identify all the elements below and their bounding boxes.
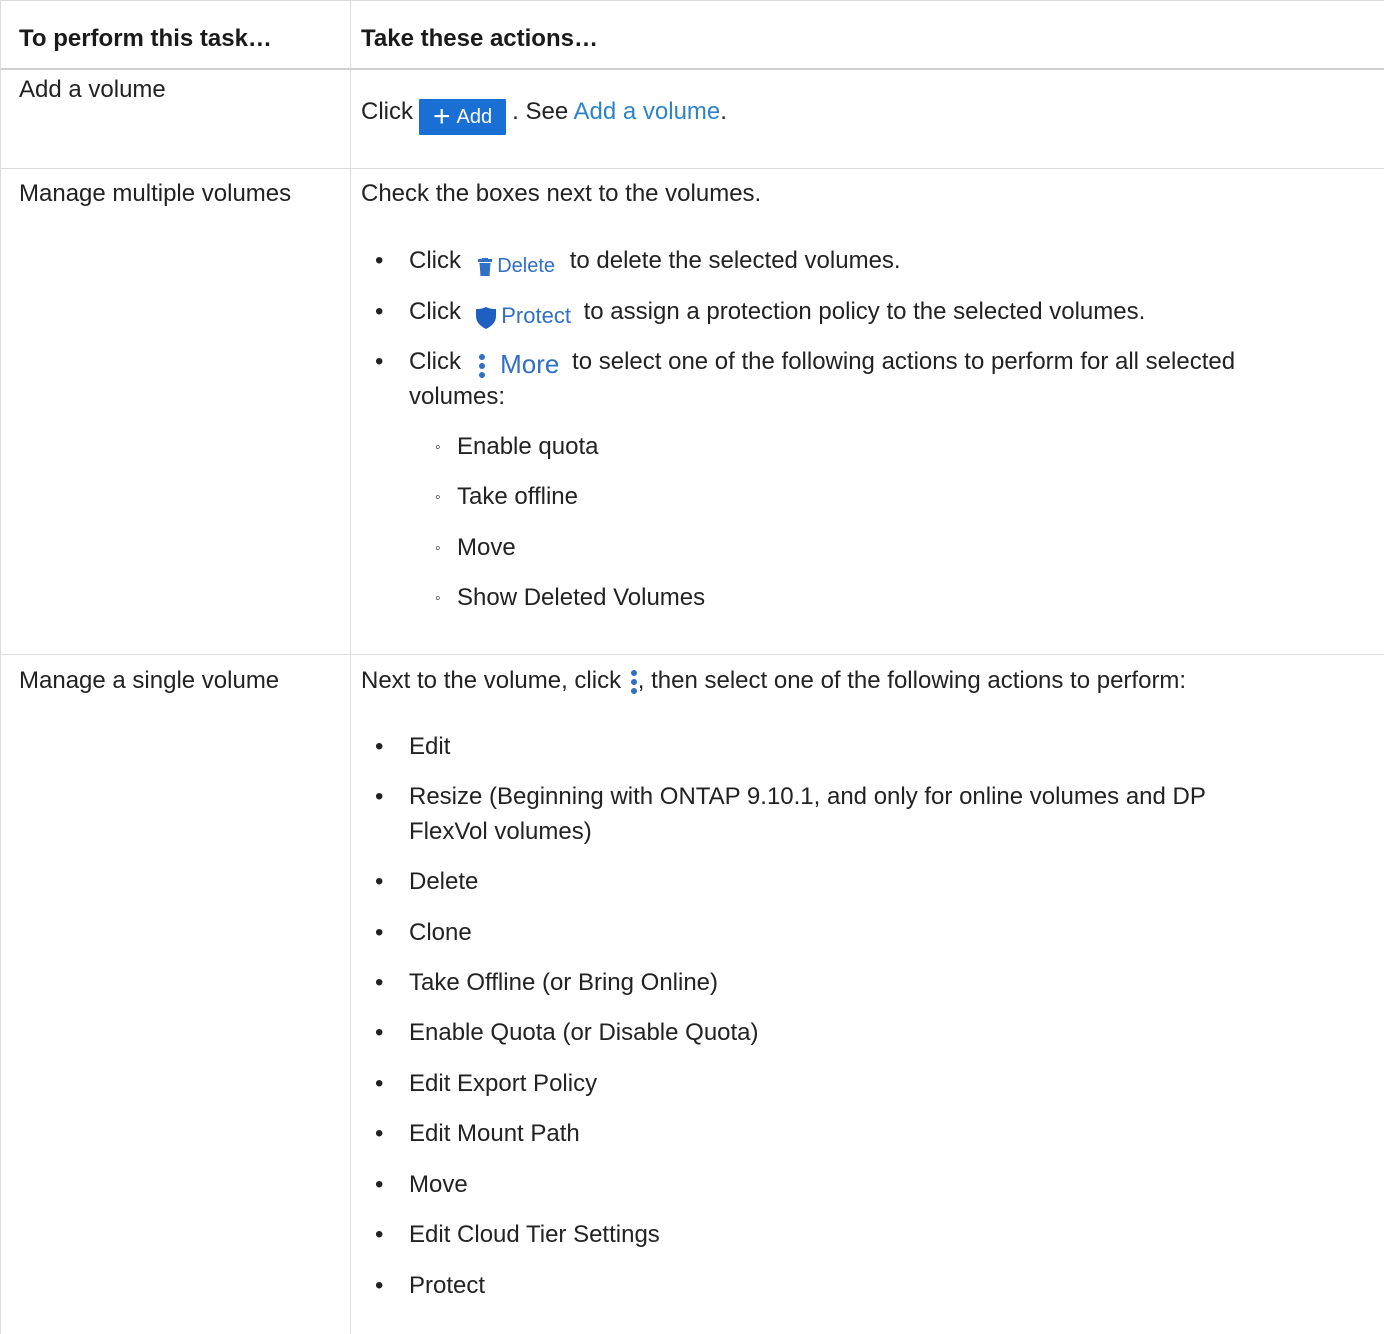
header-task: To perform this task… bbox=[19, 25, 272, 52]
add-volume-link[interactable]: Add a volume bbox=[574, 98, 721, 125]
add-volume-actions: Click + Add. See Add a volume. bbox=[361, 97, 727, 141]
single-intro-text: Next to the volume, click bbox=[361, 667, 622, 694]
more-button-label: More bbox=[500, 349, 560, 379]
protect-action: Protect bbox=[475, 301, 571, 332]
column-divider bbox=[350, 1, 351, 1334]
list-item: • Resize (Beginning with ONTAP 9.10.1, an… bbox=[375, 783, 1206, 810]
task-manage-single: Manage a single volume bbox=[19, 667, 280, 694]
more-description-wrap: volumes: bbox=[409, 383, 506, 410]
shield-icon bbox=[475, 306, 496, 329]
delete-action: Delete bbox=[477, 251, 556, 281]
actions-table: To perform this task… Take these actions… bbox=[0, 0, 1384, 1334]
list-item: • Enable Quota (or Disable Quota) bbox=[375, 1019, 759, 1046]
see-text: . See bbox=[512, 98, 569, 125]
multi-intro: Check the boxes next to the volumes. bbox=[361, 180, 762, 207]
list-item: • Edit bbox=[375, 733, 451, 760]
vertical-dots-icon bbox=[478, 354, 485, 379]
more-action: More bbox=[478, 349, 560, 379]
list-item: • Edit Mount Path bbox=[375, 1120, 580, 1147]
task-add-volume: Add a volume bbox=[19, 76, 166, 103]
single-intro: Next to the volume, click , then select … bbox=[361, 666, 1186, 696]
header-actions: Take these actions… bbox=[361, 25, 598, 52]
list-item: • Take Offline (or Bring Online) bbox=[375, 969, 719, 996]
row-divider bbox=[1, 168, 1384, 169]
list-item: • Click Delete to delete the selected vol… bbox=[361, 246, 901, 281]
period: . bbox=[720, 98, 727, 125]
delete-description: to delete the selected volumes. bbox=[569, 247, 901, 274]
list-item: • Click More to select one of the followi… bbox=[375, 348, 1236, 379]
vertical-dots-icon bbox=[630, 669, 637, 694]
plus-icon: + bbox=[433, 100, 451, 133]
add-button: + Add bbox=[419, 99, 507, 135]
click-text: Click bbox=[361, 98, 413, 125]
list-item: • Clone bbox=[375, 919, 472, 946]
click-text: Click bbox=[409, 298, 461, 325]
protect-description: to assign a protection policy to the sel… bbox=[583, 298, 1146, 325]
list-item: • Protect bbox=[375, 1272, 486, 1299]
list-item-wrap: FlexVol volumes) bbox=[409, 818, 592, 845]
more-description: to select one of the following actions t… bbox=[572, 348, 1236, 375]
list-item: • Edit Export Policy bbox=[375, 1070, 598, 1097]
trash-icon bbox=[477, 257, 492, 276]
sub-list-item: ◦ Take offline bbox=[435, 483, 578, 510]
list-item: • Click Protect to assign a protection po… bbox=[361, 297, 1145, 332]
sub-list-item: ◦ Move bbox=[435, 534, 516, 561]
header-divider bbox=[1, 68, 1384, 70]
list-item: • Delete bbox=[375, 868, 479, 895]
sub-list-item: ◦ Enable quota bbox=[435, 433, 599, 460]
delete-button-label: Delete bbox=[497, 255, 556, 277]
sub-list-item: ◦ Show Deleted Volumes bbox=[435, 584, 706, 611]
task-manage-multiple: Manage multiple volumes bbox=[19, 180, 292, 207]
click-text: Click bbox=[409, 348, 461, 375]
row-divider bbox=[1, 654, 1384, 655]
list-item: • Move bbox=[375, 1171, 468, 1198]
add-button-label: Add bbox=[456, 106, 493, 128]
list-item: • Edit Cloud Tier Settings bbox=[375, 1221, 660, 1248]
single-intro-tail: , then select one of the following actio… bbox=[637, 667, 1187, 694]
click-text: Click bbox=[409, 247, 461, 274]
protect-button-label: Protect bbox=[501, 303, 571, 328]
